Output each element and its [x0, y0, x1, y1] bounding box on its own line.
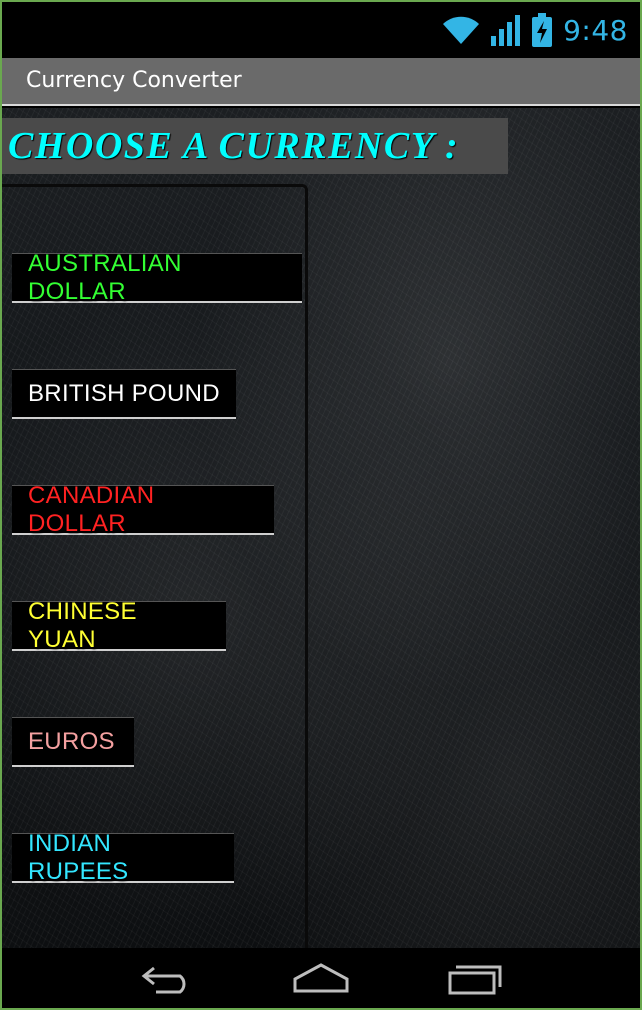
- navigation-bar: [2, 948, 640, 1008]
- currency-label: EUROS: [28, 727, 115, 755]
- back-button[interactable]: [133, 956, 203, 1000]
- choose-currency-heading: CHOOSE A CURRENCY :: [2, 118, 508, 174]
- currency-button-chinese-yuan[interactable]: CHINESE YUAN: [12, 597, 226, 653]
- status-icons: 9:48: [441, 10, 628, 50]
- currency-label: AUSTRALIAN DOLLAR: [28, 249, 182, 305]
- recent-apps-button[interactable]: [439, 956, 509, 1000]
- action-bar: Currency Converter: [2, 58, 640, 106]
- currency-label: CANADIAN DOLLAR: [28, 481, 155, 537]
- home-icon: [293, 963, 349, 993]
- main-content: CHOOSE A CURRENCY : AUSTRALIAN DOLLAR BR…: [2, 108, 640, 952]
- app-title: Currency Converter: [26, 68, 242, 93]
- currency-button-euros[interactable]: EUROS: [12, 717, 134, 767]
- currency-label: CHINESE YUAN: [28, 597, 137, 653]
- back-icon: [141, 966, 186, 994]
- wifi-icon: [441, 14, 481, 46]
- status-bar: 9:48: [2, 2, 640, 58]
- currency-button-australian-dollar[interactable]: AUSTRALIAN DOLLAR: [12, 249, 302, 305]
- heading-text: CHOOSE A CURRENCY :: [8, 125, 460, 167]
- signal-icon: [491, 14, 521, 46]
- currency-button-indian-rupees[interactable]: INDIAN RUPEES: [12, 829, 234, 885]
- currency-label: BRITISH POUND: [28, 379, 220, 407]
- currency-list[interactable]: AUSTRALIAN DOLLAR BRITISH POUND CANADIAN…: [2, 184, 308, 952]
- currency-button-british-pound[interactable]: BRITISH POUND: [12, 369, 236, 419]
- home-button[interactable]: [286, 956, 356, 1000]
- status-clock: 9:48: [563, 13, 628, 47]
- currency-label: INDIAN RUPEES: [28, 829, 129, 885]
- recent-apps-icon: [448, 965, 502, 995]
- device-frame: 9:48 Currency Converter CHOOSE A CURRENC…: [0, 0, 642, 1010]
- battery-charging-icon: [531, 13, 553, 47]
- currency-button-canadian-dollar[interactable]: CANADIAN DOLLAR: [12, 481, 274, 537]
